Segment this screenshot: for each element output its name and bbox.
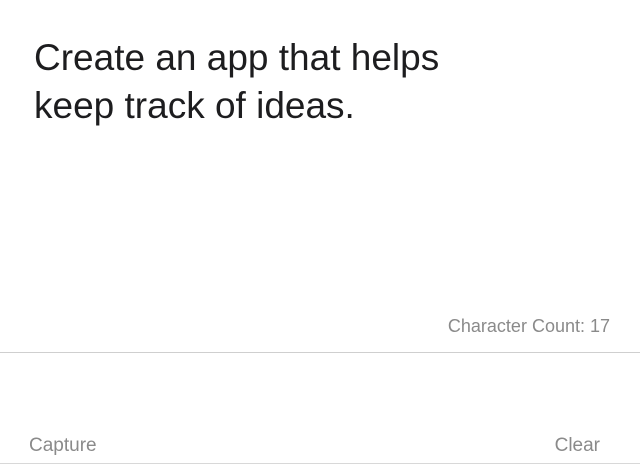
note-editor[interactable]: Create an app that helps keep track of i… <box>0 0 640 352</box>
note-text[interactable]: Create an app that helps keep track of i… <box>34 34 594 130</box>
bottom-divider <box>0 463 640 464</box>
clear-button[interactable]: Clear <box>555 435 600 457</box>
character-count: Character Count: 17 <box>447 316 610 336</box>
capture-button[interactable]: Capture <box>29 435 97 457</box>
toolbar: Capture Clear <box>0 353 640 465</box>
